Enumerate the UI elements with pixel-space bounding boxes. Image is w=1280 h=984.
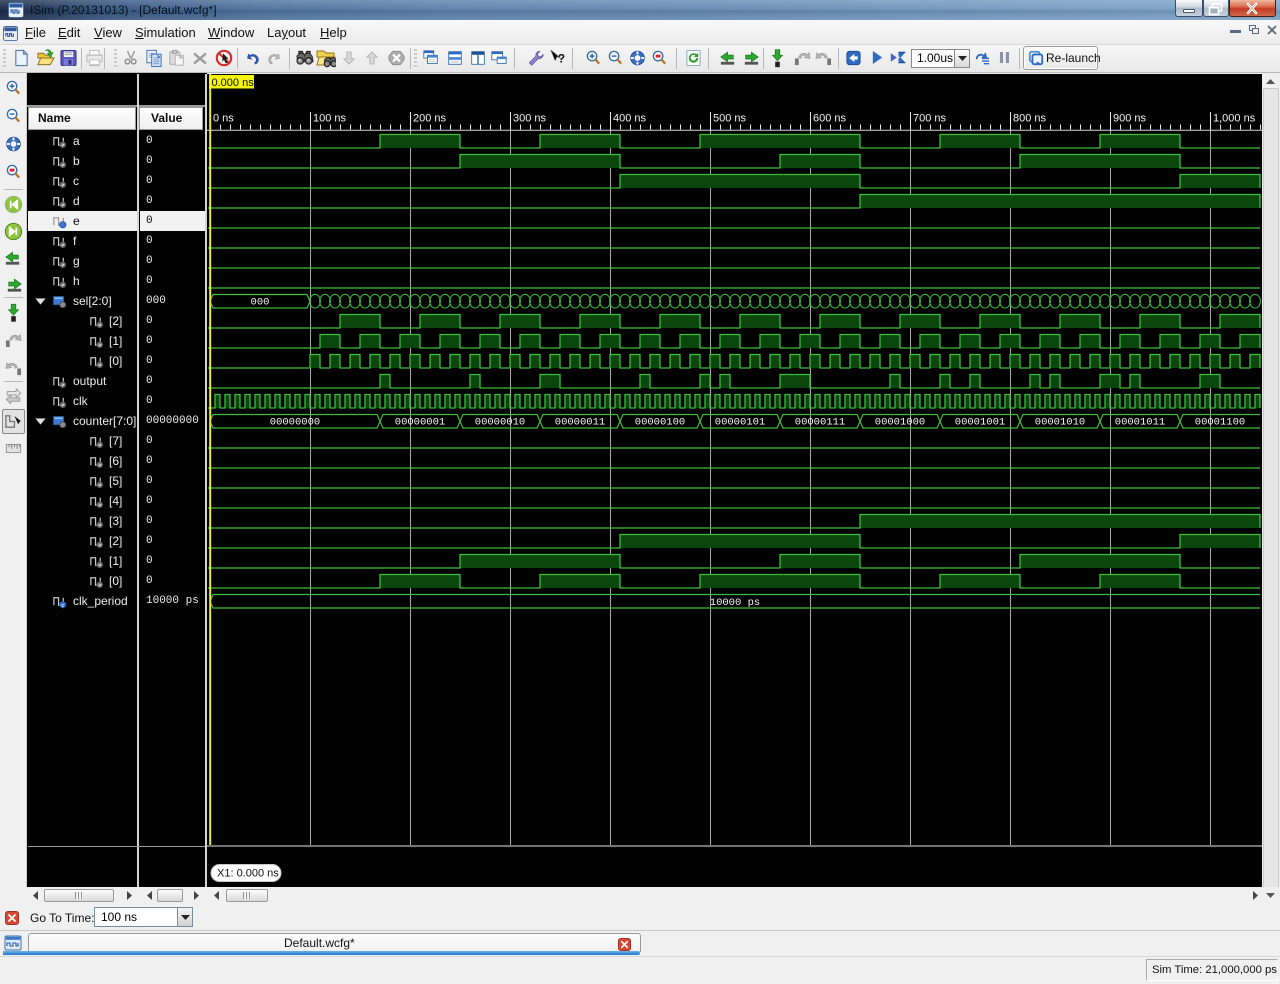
svg-text:10000 ps: 10000 ps <box>710 597 760 609</box>
svg-text:400 ns: 400 ns <box>613 113 647 125</box>
svg-text:00000101: 00000101 <box>715 417 765 429</box>
svg-text:100 ns: 100 ns <box>313 113 347 125</box>
svg-text:0 ns: 0 ns <box>213 113 234 125</box>
svg-text:500 ns: 500 ns <box>713 113 747 125</box>
svg-text:00000011: 00000011 <box>555 417 605 429</box>
svg-text:00000001: 00000001 <box>395 417 445 429</box>
svg-text:600 ns: 600 ns <box>813 113 847 125</box>
svg-text:300 ns: 300 ns <box>513 113 547 125</box>
svg-text:00001011: 00001011 <box>1115 417 1165 429</box>
svg-text:800 ns: 800 ns <box>1013 113 1047 125</box>
svg-text:00000111: 00000111 <box>795 417 845 429</box>
svg-text:00001001: 00001001 <box>955 417 1005 429</box>
svg-text:0.000 ns: 0.000 ns <box>212 77 255 89</box>
svg-text:00000100: 00000100 <box>635 417 685 429</box>
svg-text:1,000 ns: 1,000 ns <box>1213 113 1256 125</box>
svg-text:X1: 0.000 ns: X1: 0.000 ns <box>217 868 279 880</box>
svg-text:00000010: 00000010 <box>475 417 525 429</box>
svg-text:000: 000 <box>251 297 270 309</box>
svg-text:900 ns: 900 ns <box>1113 113 1147 125</box>
svg-text:00001010: 00001010 <box>1035 417 1085 429</box>
svg-text:00001100: 00001100 <box>1195 417 1245 429</box>
svg-text:00001000: 00001000 <box>875 417 925 429</box>
svg-text:00000000: 00000000 <box>270 417 320 429</box>
svg-text:700 ns: 700 ns <box>913 113 947 125</box>
svg-text:200 ns: 200 ns <box>413 113 447 125</box>
